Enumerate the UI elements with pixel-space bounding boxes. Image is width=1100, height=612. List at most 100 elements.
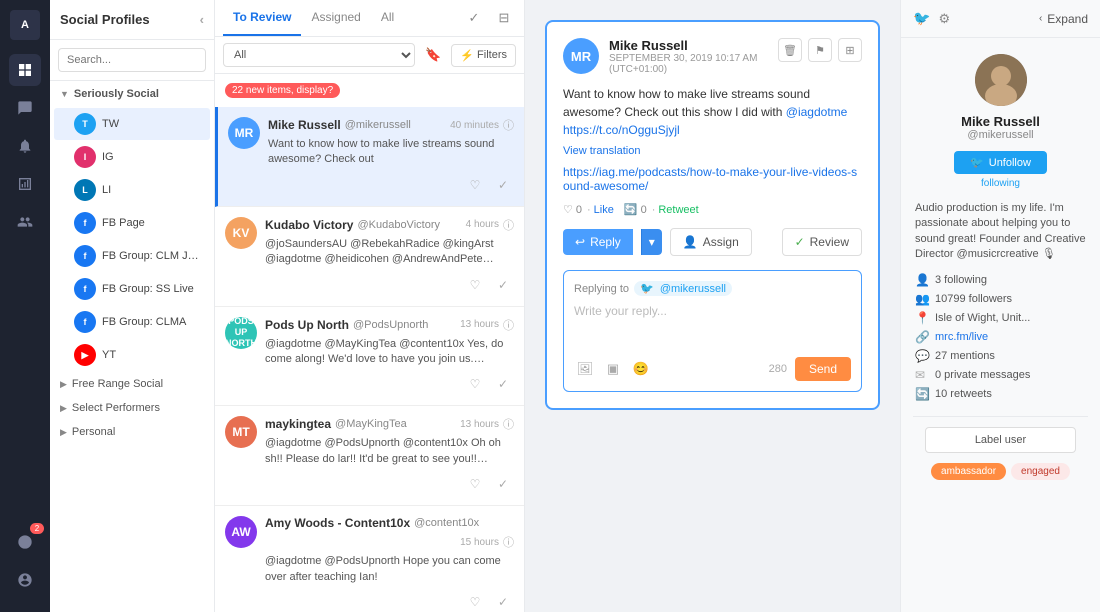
platform-dot-li: L <box>74 179 96 201</box>
stat-mentions: 💬 27 mentions <box>915 349 1086 363</box>
retweet-button[interactable]: Retweet <box>658 204 698 216</box>
like-action-4[interactable]: ♡ <box>464 591 486 612</box>
conv-header: MR Mike Russell SEPTEMBER 30, 2019 10:17… <box>563 38 862 75</box>
reply-box: Replying to 🐦 @mikerussell 🖼 ▣ 😊 280 Sen… <box>563 270 862 392</box>
profile-following-label: following <box>981 178 1020 189</box>
feed-avatar-kudabo: KV <box>225 217 257 249</box>
sidebar-item-ig[interactable]: I IG <box>54 141 210 173</box>
feed-item-maykingtea[interactable]: MT maykingtea @MayKingTea 13 hours ⓘ @ia… <box>215 406 524 506</box>
conv-more-button[interactable]: ⊞ <box>838 38 862 62</box>
feed-item-amy-woods[interactable]: AW Amy Woods - Content10x @content10x 15… <box>215 506 524 612</box>
reply-footer: 🖼 ▣ 😊 280 Send <box>574 357 851 381</box>
nav-icon-analytics[interactable] <box>9 168 41 200</box>
sidebar-item-yt[interactable]: ▶ YT <box>54 339 210 371</box>
reply-input[interactable] <box>574 304 851 344</box>
tag-ambassador[interactable]: ambassador <box>931 463 1006 480</box>
info-icon-2[interactable]: ⓘ <box>503 317 514 333</box>
sidebar-group-select-performers[interactable]: ▶ Select Performers <box>50 396 214 420</box>
feed-item-kudabo[interactable]: KV Kudabo Victory @KudaboVictory 4 hours… <box>215 207 524 307</box>
assign-icon: 👤 <box>683 235 698 249</box>
tab-to-review[interactable]: To Review <box>223 0 301 36</box>
new-items-banner[interactable]: 22 new items, display? <box>215 74 524 107</box>
layout-icon[interactable]: ⊟ <box>492 6 516 30</box>
app-logo[interactable]: A <box>10 10 40 40</box>
nav-icon-settings[interactable] <box>9 564 41 596</box>
reply-dropdown-button[interactable]: ▾ <box>641 229 662 255</box>
conv-trash-button[interactable]: 🗑 <box>778 38 802 62</box>
conv-date: SEPTEMBER 30, 2019 10:17 AM (UTC+01:00) <box>609 53 768 75</box>
filters-button[interactable]: ⚡ Filters <box>451 44 516 67</box>
conv-translate-link[interactable]: View translation <box>563 145 862 157</box>
nav-icon-chat[interactable] <box>9 92 41 124</box>
gif-icon[interactable]: ▣ <box>602 358 624 380</box>
review-button[interactable]: ✓ Review <box>782 228 862 256</box>
sidebar-item-fb-group-ss[interactable]: f FB Group: SS Live <box>54 273 210 305</box>
stat-followers: 👥 10799 followers <box>915 292 1086 306</box>
sidebar-item-fb-group-clma[interactable]: f FB Group: CLMA <box>54 306 210 338</box>
profile-handle: @mikerussell <box>967 129 1033 141</box>
like-action-0[interactable]: ♡ <box>464 174 486 196</box>
main-content: MR Mike Russell SEPTEMBER 30, 2019 10:17… <box>525 0 900 612</box>
profile-stats: 👤 3 following 👥 10799 followers 📍 Isle o… <box>913 273 1088 406</box>
feed-item-mike-russell[interactable]: MR Mike Russell @mikerussell 40 minutes … <box>215 107 524 207</box>
check-action-3[interactable]: ✓ <box>492 473 514 495</box>
sidebar-group-header-seriously-social[interactable]: ▼ Seriously Social <box>50 81 214 107</box>
nav-icon-home[interactable] <box>9 54 41 86</box>
info-icon-4[interactable]: ⓘ <box>503 534 514 550</box>
image-upload-icon[interactable]: 🖼 <box>574 358 596 380</box>
like-button[interactable]: Like <box>594 204 614 216</box>
sidebar-item-li[interactable]: L LI <box>54 174 210 206</box>
feed-item-4-actions: ♡ ✓ <box>225 591 514 612</box>
sidebar-item-fb-group-clm[interactable]: f FB Group: CLM JUMP S... <box>54 240 210 272</box>
like-action-1[interactable]: ♡ <box>464 274 486 296</box>
checkmark-icon[interactable]: ✓ <box>462 6 486 30</box>
emoji-icon[interactable]: 😊 <box>630 358 652 380</box>
sidebar: Social Profiles ‹ ▼ Seriously Social T T… <box>50 0 215 612</box>
send-button[interactable]: Send <box>795 357 851 381</box>
conv-text: Want to know how to make live streams so… <box>563 85 862 139</box>
label-user-button[interactable]: Label user <box>925 427 1076 453</box>
check-action-2[interactable]: ✓ <box>492 373 514 395</box>
conv-action-buttons: ↩ Reply ▾ 👤 Assign ✓ Review <box>563 228 862 256</box>
sidebar-group-personal[interactable]: ▶ Personal <box>50 420 214 444</box>
feed-item-0-actions: ♡ ✓ <box>228 174 514 196</box>
nav-icon-notifications-badge[interactable]: 2 <box>9 526 41 558</box>
feed-item-pods-up-north[interactable]: PODSUPNORTH Pods Up North @PodsUpnorth 1… <box>215 307 524 407</box>
check-action-1[interactable]: ✓ <box>492 274 514 296</box>
feed-filter-select[interactable]: All <box>223 43 415 67</box>
unfollow-button[interactable]: 🐦 Unfollow <box>954 151 1047 174</box>
like-action-3[interactable]: ♡ <box>464 473 486 495</box>
feed-tab-actions: ✓ ⊟ <box>462 0 516 36</box>
like-action-2[interactable]: ♡ <box>464 373 486 395</box>
sidebar-collapse-icon[interactable]: ‹ <box>200 12 204 27</box>
check-action-4[interactable]: ✓ <box>492 591 514 612</box>
reply-button[interactable]: ↩ Reply <box>563 229 633 255</box>
conv-flag-button[interactable]: ⚑ <box>808 38 832 62</box>
assign-button[interactable]: 👤 Assign <box>670 228 752 256</box>
tag-engaged[interactable]: engaged <box>1011 463 1070 480</box>
info-icon-0[interactable]: ⓘ <box>503 117 514 133</box>
profile-bio: Audio production is my life. I'm passion… <box>913 201 1088 263</box>
feed-avatar-maykingtea: MT <box>225 416 257 448</box>
nav-icon-bell[interactable] <box>9 130 41 162</box>
char-counter: 280 <box>769 363 787 375</box>
check-action-0[interactable]: ✓ <box>492 174 514 196</box>
conv-podcast-link[interactable]: https://iag.me/podcasts/how-to-make-your… <box>563 165 862 193</box>
tab-all[interactable]: All <box>371 0 404 36</box>
info-icon-1[interactable]: ⓘ <box>503 217 514 233</box>
nav-icon-people[interactable] <box>9 206 41 238</box>
link-icon: 🔗 <box>915 330 929 344</box>
sidebar-group-free-range[interactable]: ▶ Free Range Social <box>50 372 214 396</box>
sidebar-item-tw[interactable]: T TW <box>54 108 210 140</box>
gear-icon[interactable]: ⚙ <box>938 11 950 27</box>
sidebar-search-input[interactable] <box>58 48 206 72</box>
conversation-card: MR Mike Russell SEPTEMBER 30, 2019 10:17… <box>545 20 880 410</box>
stat-link: 🔗 mrc.fm/live <box>915 330 1086 344</box>
info-icon-3[interactable]: ⓘ <box>503 416 514 432</box>
conv-mention-link: https://t.co/nOgguSjyjl <box>563 123 680 137</box>
expand-button[interactable]: ‹ Expand <box>1039 12 1088 26</box>
bookmark-filter-icon[interactable]: 🔖 <box>421 43 445 67</box>
sidebar-header: Social Profiles ‹ <box>50 0 214 40</box>
tab-assigned[interactable]: Assigned <box>301 0 370 36</box>
sidebar-item-fb-page[interactable]: f FB Page <box>54 207 210 239</box>
